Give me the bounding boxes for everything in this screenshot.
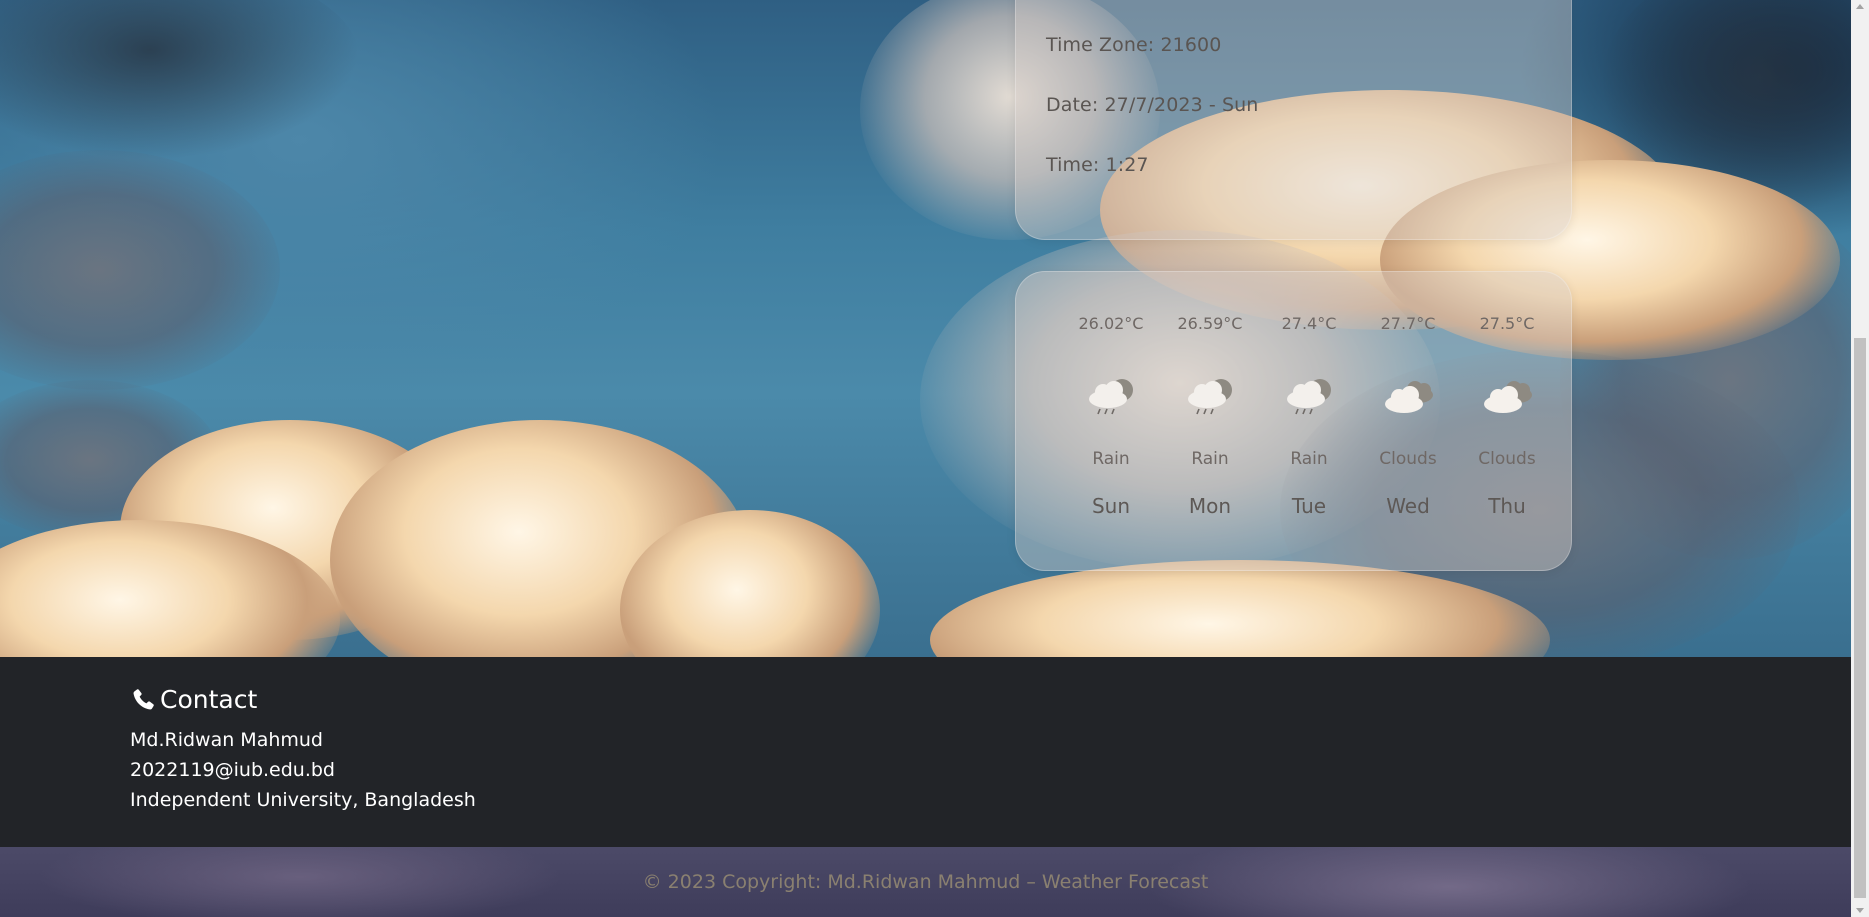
phone-icon: [133, 688, 154, 709]
time-zone-text: Time Zone: 21600: [1046, 34, 1222, 56]
forecast-temperature: 26.59°C: [1177, 314, 1243, 333]
forecast-day-card: 27.4°C Rain Tue: [1264, 272, 1354, 570]
forecast-day-label: Tue: [1291, 494, 1327, 518]
forecast-day-label: Thu: [1488, 494, 1526, 518]
contact-title-text: Contact: [160, 685, 258, 714]
page: Time Zone: 21600 Date: 27/7/2023 - Sun T…: [0, 0, 1869, 917]
contact-institution: Independent University, Bangladesh: [130, 789, 476, 811]
contact-footer: Contact Md.Ridwan Mahmud 2022119@iub.edu…: [0, 657, 1851, 847]
clouds-icon: [1484, 381, 1532, 413]
forecast-panel: 26.02°C Rain Sun 26.59°C Rain Mon 27.4°C…: [1015, 271, 1572, 571]
forecast-temperature: 27.7°C: [1380, 314, 1436, 333]
forecast-condition: Clouds: [1478, 449, 1536, 469]
forecast-day-card: 27.5°C Clouds Thu: [1462, 272, 1552, 570]
sky-background-image: [0, 0, 1851, 657]
forecast-condition: Rain: [1191, 449, 1229, 469]
scrollbar-thumb[interactable]: [1854, 338, 1866, 898]
forecast-condition: Rain: [1290, 449, 1328, 469]
scroll-down-arrow-icon[interactable]: [1856, 908, 1864, 913]
location-info-panel: Time Zone: 21600 Date: 27/7/2023 - Sun T…: [1015, 0, 1572, 240]
scroll-up-arrow-icon[interactable]: [1856, 4, 1864, 9]
contact-heading: Contact: [130, 685, 257, 714]
forecast-day-card: 27.7°C Clouds Wed: [1363, 272, 1453, 570]
copyright-bar: © 2023 Copyright: Md.Ridwan Mahmud – Wea…: [0, 847, 1851, 917]
forecast-condition: Rain: [1092, 449, 1130, 469]
forecast-day-card: 26.02°C Rain Sun: [1066, 272, 1156, 570]
forecast-temperature: 27.4°C: [1281, 314, 1337, 333]
forecast-day-card: 26.59°C Rain Mon: [1165, 272, 1255, 570]
copyright-text: © 2023 Copyright: Md.Ridwan Mahmud – Wea…: [642, 871, 1209, 893]
forecast-condition: Clouds: [1379, 449, 1437, 469]
date-text: Date: 27/7/2023 - Sun: [1046, 94, 1259, 116]
forecast-temperature: 26.02°C: [1078, 314, 1144, 333]
forecast-day-label: Sun: [1091, 494, 1131, 518]
contact-name: Md.Ridwan Mahmud: [130, 729, 323, 751]
forecast-temperature: 27.5°C: [1479, 314, 1535, 333]
vertical-scrollbar[interactable]: [1851, 0, 1869, 917]
forecast-day-label: Wed: [1386, 494, 1430, 518]
rain-cloud-icon: [1287, 379, 1331, 415]
forecast-day-label: Mon: [1188, 494, 1232, 518]
rain-cloud-icon: [1089, 379, 1133, 415]
clouds-icon: [1385, 381, 1433, 413]
rain-cloud-icon: [1188, 379, 1232, 415]
contact-email: 2022119@iub.edu.bd: [130, 759, 335, 781]
time-text: Time: 1:27: [1046, 154, 1149, 176]
